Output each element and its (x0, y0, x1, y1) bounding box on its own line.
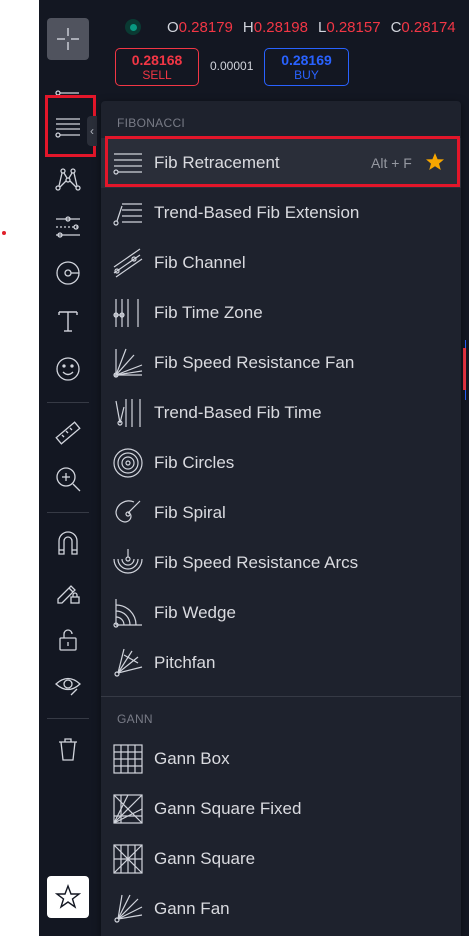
menu-item-label: Fib Time Zone (154, 303, 263, 322)
low-value: 0.28157 (326, 18, 381, 36)
menu-item-label: Trend-Based Fib Time (154, 403, 322, 422)
menu-item-fib-channel[interactable]: Fib Channel (101, 238, 461, 288)
ruler-tool-button[interactable] (47, 412, 89, 454)
fib-time-zone-icon (112, 297, 144, 329)
menu-item-fib-speed-resistance-arcs[interactable]: Fib Speed Resistance Arcs (101, 538, 461, 588)
star-icon (55, 884, 81, 909)
gann-box-icon (112, 743, 144, 775)
gann-square-icon (112, 843, 144, 875)
low-label: L (317, 18, 327, 36)
menu-item-label: Gann Square (154, 849, 256, 868)
market-status-icon (125, 19, 141, 35)
menu-item-gann-fan[interactable]: Gann Fan (101, 884, 461, 934)
prediction-tool-button[interactable] (47, 206, 89, 248)
fibonacci-section-title: FIBONACCI (117, 116, 186, 130)
spread-value: 0.00001 (210, 59, 254, 73)
menu-item-gann-square[interactable]: Gann Square (101, 834, 461, 884)
ohlc-legend: O 0.28179 H 0.28198 L 0.28157 C 0.28174 (167, 15, 456, 39)
menu-item-fib-wedge[interactable]: Fib Wedge (101, 588, 461, 638)
pattern-tool-button[interactable] (47, 158, 89, 200)
pattern-icon (55, 168, 81, 191)
menu-item-label: Fib Wedge (154, 603, 236, 622)
menu-item-label: Fib Speed Resistance Arcs (154, 553, 359, 572)
remove-drawings-button[interactable] (47, 728, 89, 770)
trend-fib-extension-icon (112, 197, 144, 229)
ruler-icon (55, 421, 81, 445)
brush-icon (56, 261, 80, 285)
chart-candle (463, 348, 466, 390)
lock-drawing-icon (57, 585, 80, 604)
hide-drawings-button[interactable] (47, 664, 89, 706)
menu-item-label: Gann Square Fixed (154, 799, 302, 818)
menu-item-label: Pitchfan (154, 653, 216, 672)
emoji-tool-button[interactable] (47, 348, 89, 390)
magnet-tool-button[interactable] (47, 522, 89, 564)
buy-price: 0.28169 (281, 52, 332, 68)
open-label: O (167, 18, 179, 36)
menu-item-trend-based-fib-extension[interactable]: Trend-Based Fib Extension (101, 188, 461, 238)
sell-price: 0.28168 (131, 52, 183, 68)
pitchfan-icon (112, 647, 144, 679)
toolbar-divider (47, 512, 89, 513)
menu-item-gann-box[interactable]: Gann Box (101, 734, 461, 784)
high-value: 0.28198 (253, 18, 308, 36)
menu-item-trend-based-fib-time[interactable]: Trend-Based Fib Time (101, 388, 461, 438)
menu-item-fib-speed-resistance-fan[interactable]: Fib Speed Resistance Fan (101, 338, 461, 388)
crosshair-tool-button[interactable] (47, 18, 89, 60)
zoom-in-tool-button[interactable] (47, 458, 89, 500)
fib-arcs-icon (112, 547, 144, 579)
menu-divider (101, 696, 461, 697)
text-icon (58, 311, 78, 332)
crosshair-icon (57, 28, 79, 50)
lock-all-button[interactable] (47, 618, 89, 660)
emoji-icon (56, 357, 80, 381)
menu-item-label: Gann Fan (154, 899, 230, 918)
toolbar-divider (47, 402, 89, 403)
menu-item-label: Gann Box (154, 749, 230, 768)
menu-item-fib-circles[interactable]: Fib Circles (101, 438, 461, 488)
fib-channel-icon (112, 247, 144, 279)
fib-speed-fan-icon (112, 347, 144, 379)
close-value: 0.28174 (401, 18, 456, 36)
gann-fan-icon (112, 893, 144, 925)
gann-square-fixed-icon (112, 793, 144, 825)
fib-wedge-icon (112, 597, 144, 629)
zoom-in-icon (56, 467, 81, 492)
menu-item-gann-square-fixed[interactable]: Gann Square Fixed (101, 784, 461, 834)
annotation-dot (2, 231, 6, 235)
open-value: 0.28179 (178, 18, 233, 36)
menu-item-label: Fib Speed Resistance Fan (154, 353, 355, 372)
trend-fib-time-icon (112, 397, 144, 429)
trash-icon (59, 738, 77, 761)
lock-icon (59, 629, 77, 651)
menu-item-label: Fib Spiral (154, 503, 226, 522)
buy-button[interactable]: 0.28169 BUY (264, 48, 349, 86)
toolbar-divider (47, 718, 89, 719)
magnet-icon (58, 531, 78, 555)
close-label: C (390, 18, 402, 36)
menu-item-pitchfan[interactable]: Pitchfan (101, 638, 461, 688)
text-tool-button[interactable] (47, 300, 89, 342)
eye-icon (55, 677, 81, 696)
menu-item-label: Trend-Based Fib Extension (154, 203, 360, 222)
fib-spiral-icon (112, 497, 144, 529)
menu-item-label: Fib Channel (154, 253, 246, 272)
prediction-icon (56, 216, 80, 238)
menu-item-label: Fib Circles (154, 453, 235, 472)
sell-button[interactable]: 0.28168 SELL (115, 48, 199, 86)
submenu-arrow-icon[interactable]: ‹ (87, 116, 97, 146)
lock-drawings-button[interactable] (47, 570, 89, 612)
menu-item-fib-spiral[interactable]: Fib Spiral (101, 488, 461, 538)
selected-item-highlight (105, 136, 460, 187)
buy-label: BUY (294, 68, 319, 82)
high-label: H (242, 18, 254, 36)
brush-tool-button[interactable] (47, 252, 89, 294)
menu-item-fib-time-zone[interactable]: Fib Time Zone (101, 288, 461, 338)
fib-circles-icon (112, 447, 144, 479)
favorites-button[interactable] (47, 876, 89, 918)
gann-section-title: GANN (117, 712, 153, 726)
sell-label: SELL (142, 68, 172, 82)
